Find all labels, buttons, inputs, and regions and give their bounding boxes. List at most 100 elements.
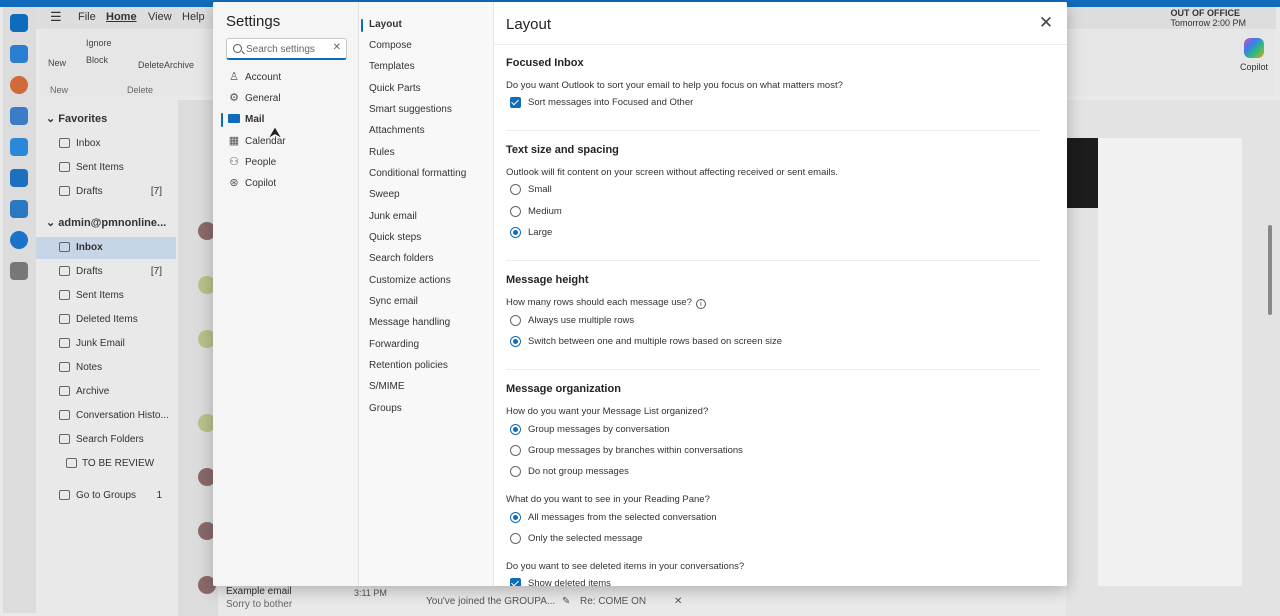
folder-deleted[interactable]: Deleted Items <box>36 309 176 331</box>
menu-home[interactable]: Home <box>106 11 137 23</box>
tab-draft-come-on[interactable]: Re: COME ON <box>580 596 646 607</box>
info-icon[interactable]: i <box>695 299 706 309</box>
account-header[interactable]: ⌄ admin@pmnonline... <box>46 216 166 229</box>
category-people[interactable]: ⚇ People <box>213 153 359 173</box>
search-settings-input[interactable] <box>246 42 330 56</box>
go-to-groups[interactable]: Go to Groups 1 <box>36 485 176 507</box>
copilot-ribbon-button[interactable]: Copilot <box>1234 34 1274 96</box>
copilot-app-icon[interactable] <box>10 76 28 94</box>
checkbox-checked-icon <box>510 97 521 108</box>
todo-app-icon[interactable] <box>10 138 28 156</box>
category-general[interactable]: ⚙ General <box>213 89 359 109</box>
mail-icon <box>228 114 240 123</box>
close-button[interactable]: ✕ <box>1037 14 1055 32</box>
calendar-app-icon[interactable] <box>10 45 28 63</box>
block-button[interactable]: Block <box>86 55 108 65</box>
section-quick-steps[interactable]: Quick steps <box>369 232 489 250</box>
section-sweep[interactable]: Sweep <box>369 189 489 207</box>
tab-joined-group[interactable]: You've joined the GROUPA... <box>426 596 555 607</box>
section-retention-policies[interactable]: Retention policies <box>369 360 489 378</box>
search-icon <box>233 44 242 53</box>
folder-conversation-history[interactable]: Conversation Histo... <box>36 405 176 427</box>
folder-pane: ⌄ Favorites Inbox Sent Items Drafts [7] ⌄… <box>36 100 176 616</box>
folder-junk[interactable]: Junk Email <box>36 333 176 355</box>
delete-button[interactable]: Delete <box>138 60 164 70</box>
mail-app-icon[interactable] <box>10 14 28 32</box>
section-conditional-formatting[interactable]: Conditional formatting <box>369 168 489 186</box>
reading-pane-description: What do you want to see in your Reading … <box>506 494 710 505</box>
onedrive-app-icon[interactable] <box>10 231 28 249</box>
section-divider <box>506 260 1040 261</box>
search-folder-icon <box>59 434 70 444</box>
close-draft-icon[interactable]: ✕ <box>674 596 682 607</box>
checkbox-checked-icon <box>510 578 521 586</box>
list-item[interactable]: Example email Sorry to bother <box>226 586 292 610</box>
menu-help[interactable]: Help <box>182 11 205 23</box>
hamburger-icon[interactable]: ☰ <box>50 9 62 25</box>
folder-archive[interactable]: Archive <box>36 381 176 403</box>
email-time: 3:11 PM <box>354 588 387 598</box>
folder-icon <box>59 410 70 420</box>
deleted-items-description: Do you want to see deleted items in your… <box>506 561 745 572</box>
clear-search-icon[interactable]: ✕ <box>333 42 341 53</box>
section-customize-actions[interactable]: Customize actions <box>369 275 489 293</box>
section-junk-email[interactable]: Junk email <box>369 211 489 229</box>
section-quick-parts[interactable]: Quick Parts <box>369 83 489 101</box>
new-button[interactable]: New <box>48 58 66 68</box>
category-calendar[interactable]: ▦ Calendar <box>213 132 359 152</box>
folder-fav-drafts[interactable]: Drafts [7] <box>36 181 176 203</box>
settings-dialog: Settings ✕ ♙Account ⚙General Mail ▦Calen… <box>213 2 1067 586</box>
pencil-icon: ✎ <box>562 596 571 607</box>
settings-category-nav: Settings ✕ ♙Account ⚙General Mail ▦Calen… <box>213 2 359 586</box>
section-message-handling[interactable]: Message handling <box>369 317 489 335</box>
notes-app-icon[interactable] <box>10 169 28 187</box>
menu-view[interactable]: View <box>148 11 172 23</box>
bottom-tabs: You've joined the GROUPA... ✎ Re: COME O… <box>410 592 700 612</box>
search-settings-box[interactable]: ✕ <box>226 38 347 60</box>
category-mail[interactable]: Mail <box>213 110 359 130</box>
folder-search-folders[interactable]: Search Folders <box>36 429 176 451</box>
section-rules[interactable]: Rules <box>369 147 489 165</box>
group-delete-label: Delete <box>127 85 154 95</box>
section-attachments[interactable]: Attachments <box>369 125 489 143</box>
inbox-icon <box>59 138 70 148</box>
reading-pane <box>1066 100 1280 616</box>
section-forwarding[interactable]: Forwarding <box>369 339 489 357</box>
group-new-label: New <box>50 85 69 95</box>
section-layout[interactable]: Layout <box>361 19 489 37</box>
draft-icon <box>59 266 70 276</box>
calendar-icon: ▦ <box>228 135 240 147</box>
section-groups[interactable]: Groups <box>369 403 489 421</box>
folder-to-be-review[interactable]: TO BE REVIEW <box>36 453 176 475</box>
scrollbar[interactable] <box>1268 225 1272 315</box>
archive-icon <box>59 386 70 396</box>
favorites-header[interactable]: ⌄ Favorites <box>46 112 107 125</box>
section-search-folders[interactable]: Search folders <box>369 253 489 271</box>
section-sync-email[interactable]: Sync email <box>369 296 489 314</box>
people-app-icon[interactable] <box>10 107 28 125</box>
folder-inbox[interactable]: Inbox <box>36 237 176 259</box>
category-copilot[interactable]: ⊛ Copilot <box>213 174 359 194</box>
reading-pane-document <box>1098 138 1242 586</box>
more-apps-icon[interactable] <box>10 262 28 280</box>
message-list <box>178 100 218 616</box>
folder-fav-inbox[interactable]: Inbox <box>36 133 176 155</box>
org-app-icon[interactable] <box>10 200 28 218</box>
close-icon: ✕ <box>1038 13 1054 32</box>
folder-sent[interactable]: Sent Items <box>36 285 176 307</box>
trash-icon <box>59 314 70 324</box>
focused-inbox-heading: Focused Inbox <box>506 57 584 69</box>
section-compose[interactable]: Compose <box>369 40 489 58</box>
section-smart-suggestions[interactable]: Smart suggestions <box>369 104 489 122</box>
section-smime[interactable]: S/MIME <box>369 381 489 399</box>
out-of-office-status[interactable]: OUT OF OFFICE Tomorrow 2:00 PM <box>1170 8 1246 28</box>
menu-file[interactable]: File <box>78 11 96 23</box>
send-icon <box>59 290 70 300</box>
category-account[interactable]: ♙ Account <box>213 68 359 88</box>
section-templates[interactable]: Templates <box>369 61 489 79</box>
folder-fav-sent[interactable]: Sent Items <box>36 157 176 179</box>
folder-drafts[interactable]: Drafts [7] <box>36 261 176 283</box>
ignore-button[interactable]: Ignore <box>86 38 112 48</box>
archive-button[interactable]: Archive <box>164 60 194 70</box>
folder-notes[interactable]: Notes <box>36 357 176 379</box>
